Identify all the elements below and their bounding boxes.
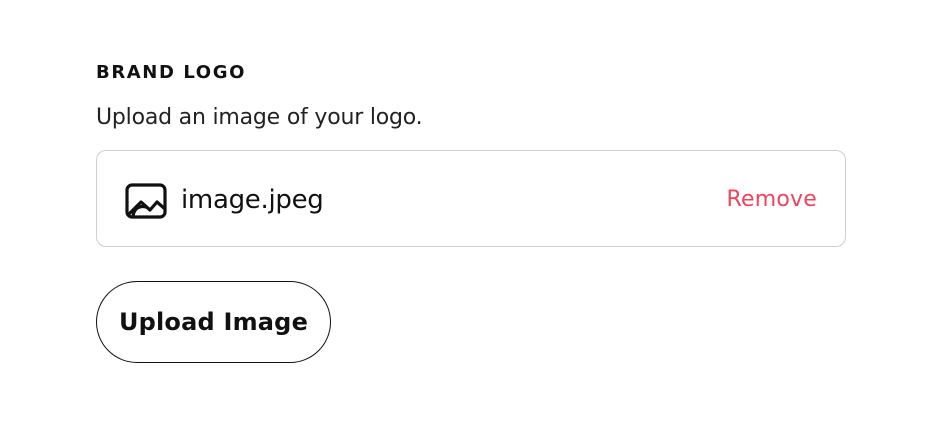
upload-image-button[interactable]: Upload Image <box>96 281 331 363</box>
image-icon <box>125 183 167 219</box>
section-title: BRAND LOGO <box>96 62 246 83</box>
section-description: Upload an image of your logo. <box>96 105 423 130</box>
uploaded-file-card: image.jpeg Remove <box>96 150 846 247</box>
remove-file-link[interactable]: Remove <box>727 185 817 215</box>
file-name: image.jpeg <box>181 185 324 215</box>
